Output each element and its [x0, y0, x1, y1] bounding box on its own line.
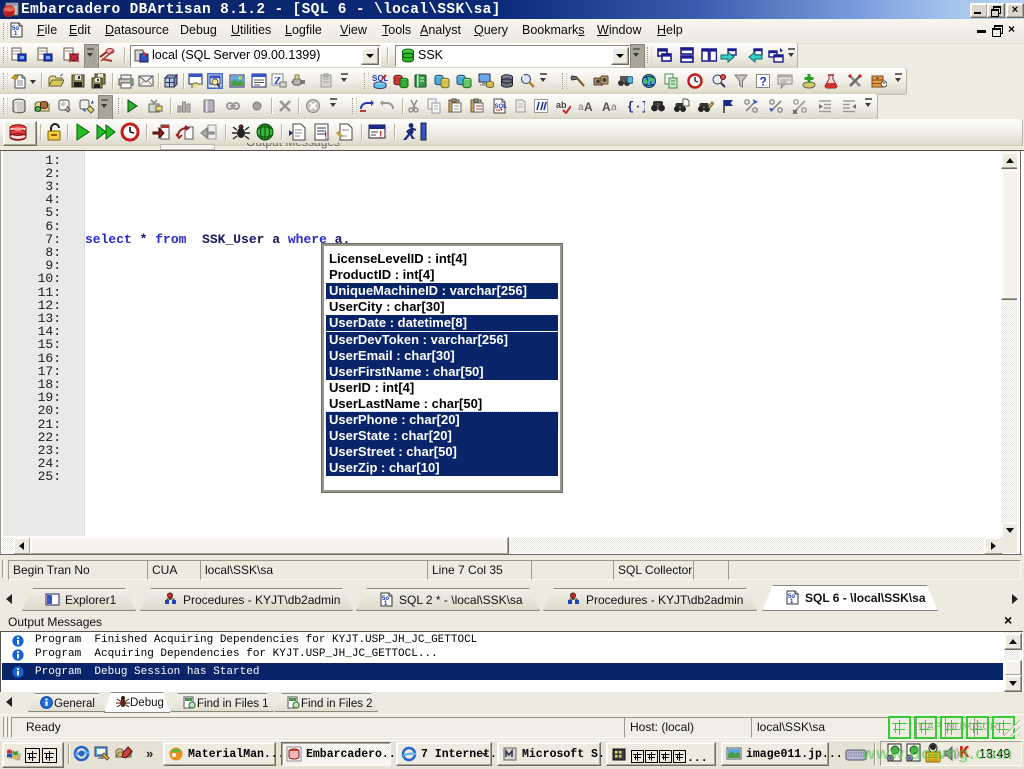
svg-text:!: ! [324, 131, 327, 142]
svg-text:!: ! [379, 130, 382, 141]
svg-text:ab: ab [556, 100, 567, 110]
svg-text:a: a [611, 102, 617, 113]
svg-text:A: A [584, 100, 593, 114]
svg-text:SQL: SQL [495, 104, 508, 110]
svg-text:?: ? [760, 75, 767, 89]
svg-text:A: A [602, 100, 611, 114]
svg-text:{·}: {·} [627, 100, 645, 114]
